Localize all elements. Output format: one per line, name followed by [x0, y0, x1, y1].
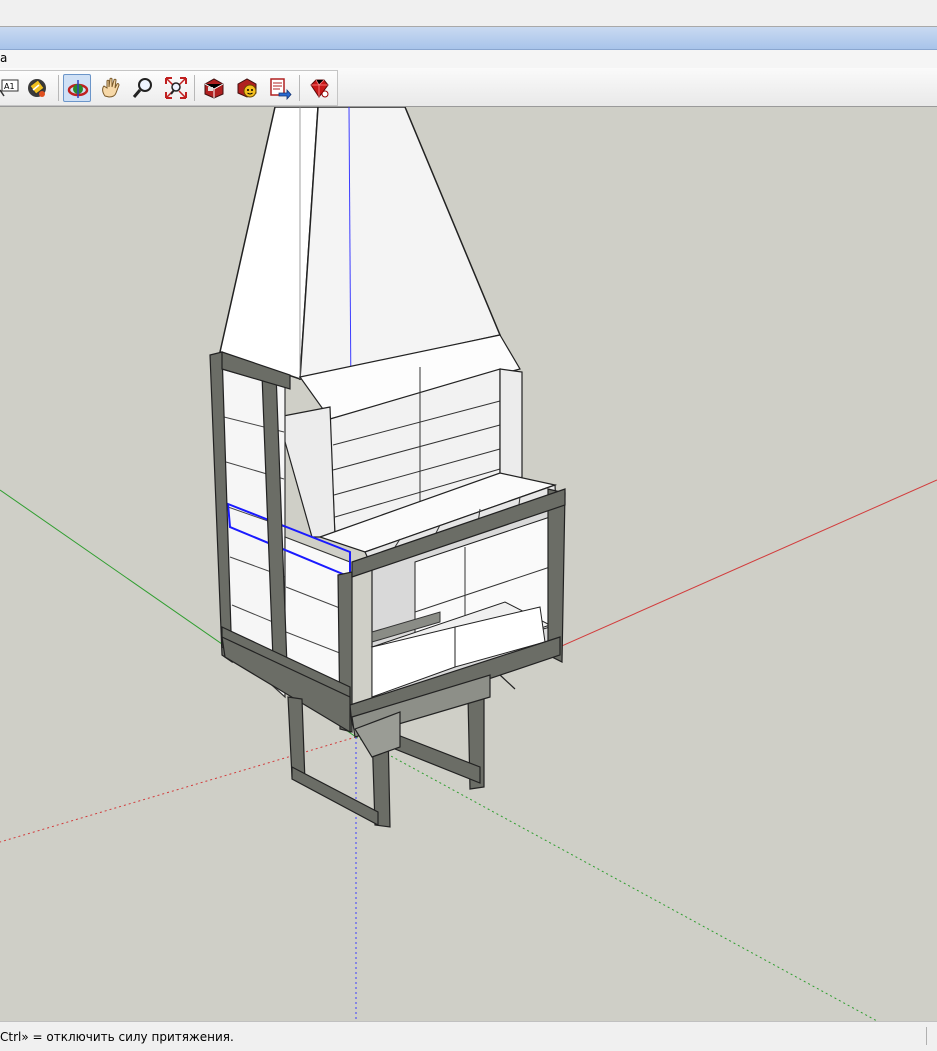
- toolbar-panel: A1: [0, 70, 338, 106]
- model-scene[interactable]: [0, 107, 937, 1021]
- toolbar-separator: [299, 75, 300, 101]
- status-bar: Ctrl» = отключить силу притяжения.: [0, 1021, 937, 1051]
- magnifier-icon: [132, 78, 152, 98]
- paint-bucket-icon: [28, 79, 46, 97]
- ruby-extension-button[interactable]: [305, 74, 333, 102]
- share-component-icon: [237, 78, 257, 98]
- status-hint: Ctrl» = отключить силу притяжения.: [0, 1030, 234, 1044]
- modeling-viewport[interactable]: [0, 107, 937, 1021]
- paint-bucket-button[interactable]: [22, 74, 50, 102]
- zoom-button[interactable]: [129, 74, 157, 102]
- export-button[interactable]: [266, 74, 294, 102]
- green-axis-negative: [355, 736, 878, 1021]
- toolbar: A1: [0, 68, 937, 107]
- menu-bar: a: [0, 50, 937, 68]
- window-top-strip: [0, 0, 937, 27]
- zoom-extents-icon: [165, 77, 187, 99]
- warehouse-icon: [204, 78, 224, 99]
- ruby-gem-icon: [310, 79, 329, 98]
- pan-button[interactable]: [96, 74, 124, 102]
- export-icon: [270, 78, 292, 100]
- orbit-button[interactable]: [63, 74, 91, 102]
- hand-icon: [102, 77, 120, 98]
- menu-fragment[interactable]: a: [0, 51, 7, 65]
- text-tool-button[interactable]: A1: [0, 74, 22, 102]
- text-tool-label: A1: [4, 82, 15, 91]
- orbit-icon: [67, 80, 89, 98]
- title-bar[interactable]: [0, 27, 937, 50]
- share-component-button[interactable]: [233, 74, 261, 102]
- get-models-button[interactable]: [200, 74, 228, 102]
- status-divider: [926, 1027, 927, 1045]
- toolbar-separator: [194, 75, 195, 101]
- zoom-extents-button[interactable]: [162, 74, 190, 102]
- toolbar-separator: [58, 75, 59, 101]
- text-icon: A1: [0, 79, 19, 97]
